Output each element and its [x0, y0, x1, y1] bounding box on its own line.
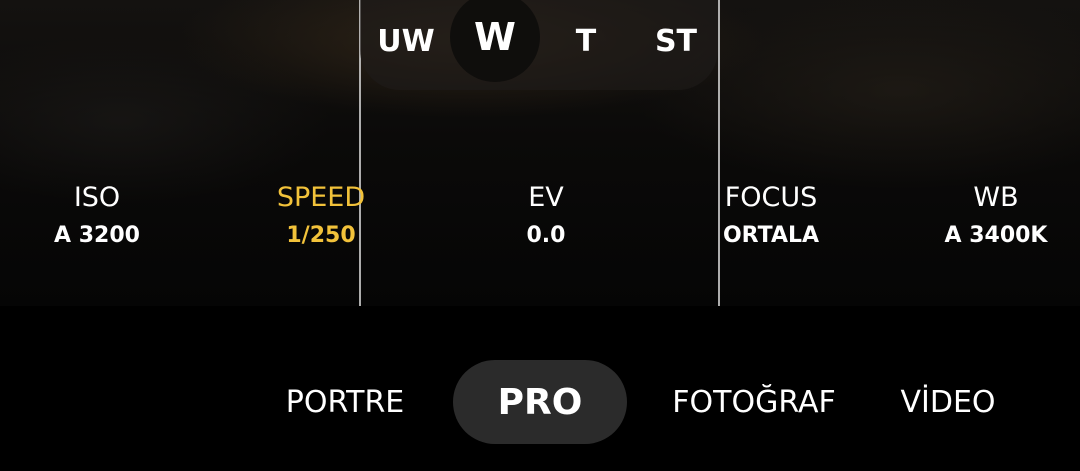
- white-balance-setting[interactable]: WB A 3400K: [886, 178, 1080, 254]
- mode-video-tab[interactable]: VİDEO: [886, 360, 1010, 444]
- camera-screen: UW W T ST ISO A 3200 SPEED 1/250 EV 0.0 …: [0, 0, 1080, 471]
- ev-value: 0.0: [526, 223, 566, 248]
- mode-portrait-tab[interactable]: PORTRE: [270, 360, 420, 444]
- iso-value: A 3200: [54, 223, 140, 248]
- wb-label: WB: [973, 182, 1019, 213]
- shutter-speed-setting[interactable]: SPEED 1/250: [211, 178, 431, 254]
- iso-setting[interactable]: ISO A 3200: [0, 178, 207, 254]
- speed-label: SPEED: [276, 182, 366, 213]
- ev-label: EV: [528, 182, 564, 213]
- zoom-ultrawide-button[interactable]: UW: [366, 0, 446, 82]
- mode-pro-tab-selected[interactable]: PRO: [453, 360, 627, 444]
- focus-setting[interactable]: FOCUS ORTALA: [661, 178, 881, 254]
- speed-value: 1/250: [286, 223, 356, 248]
- wb-value: A 3400K: [944, 223, 1048, 248]
- iso-label: ISO: [73, 182, 121, 213]
- focus-label: FOCUS: [724, 182, 818, 213]
- zoom-super-telephoto-button[interactable]: ST: [636, 0, 716, 82]
- grid-line-right: [718, 0, 720, 306]
- mode-photo-tab[interactable]: FOTOĞRAF: [664, 360, 844, 444]
- focus-value: ORTALA: [722, 223, 820, 248]
- zoom-telephoto-button[interactable]: T: [546, 0, 626, 82]
- exposure-value-setting[interactable]: EV 0.0: [436, 178, 656, 254]
